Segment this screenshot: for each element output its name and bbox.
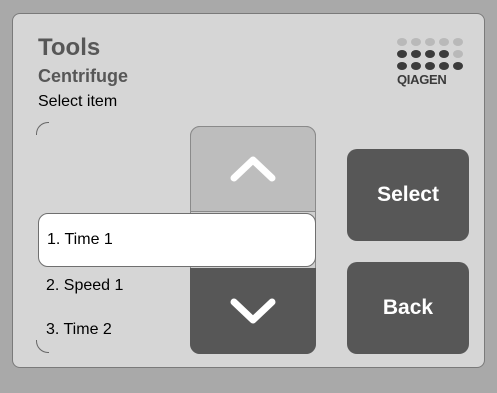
- chevron-up-icon: [230, 156, 276, 182]
- list-item-speed-1[interactable]: 2. Speed 1: [46, 277, 123, 295]
- instruction-text: Select item: [38, 93, 118, 110]
- list-item-time-2[interactable]: 3. Time 2: [46, 321, 112, 339]
- list-item-label: 1. Time 1: [47, 231, 113, 248]
- page-subtitle: Centrifuge: [38, 66, 128, 86]
- scroll-up-button[interactable]: [190, 126, 316, 212]
- logo-dots-icon: [397, 38, 467, 71]
- list-item-label: 3. Time 2: [46, 321, 112, 338]
- chevron-down-icon: [230, 298, 276, 324]
- logo-text: QIAGEN: [397, 72, 447, 87]
- list-item-time-1[interactable]: 1. Time 1: [38, 213, 316, 267]
- page-title: Tools: [38, 34, 101, 61]
- scroll-down-button[interactable]: [190, 268, 316, 354]
- qiagen-logo: QIAGEN: [397, 38, 467, 98]
- list-item-label: 2. Speed 1: [46, 277, 124, 294]
- back-button[interactable]: Back: [347, 262, 469, 354]
- select-button[interactable]: Select: [347, 149, 469, 241]
